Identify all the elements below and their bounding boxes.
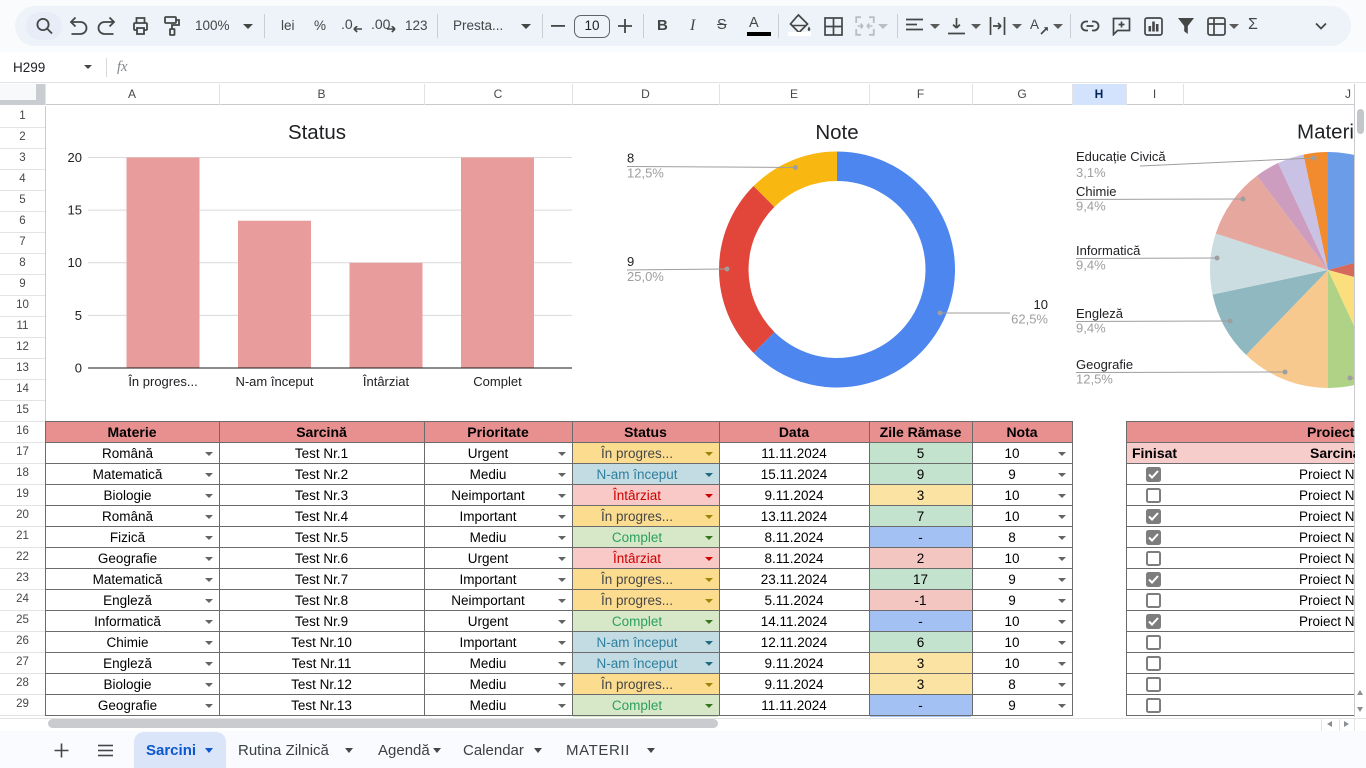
svg-text:8: 8 [627,151,634,166]
svg-text:25,0%: 25,0% [627,269,664,284]
svg-text:Întârziat: Întârziat [362,374,410,389]
svg-text:Geografie: Geografie [1076,357,1133,372]
svg-text:9,4%: 9,4% [1076,199,1106,214]
svg-text:62,5%: 62,5% [1011,312,1048,327]
svg-text:N-am început: N-am început [235,374,313,389]
svg-text:Engleză: Engleză [1076,306,1124,321]
svg-text:5: 5 [75,308,82,323]
svg-text:12,5%: 12,5% [1076,372,1113,387]
svg-text:Informatică: Informatică [1076,243,1141,258]
svg-text:Educație Civică: Educație Civică [1076,149,1166,164]
svg-text:Materii: Materii [1297,121,1354,144]
svg-text:Note: Note [815,121,858,144]
svg-text:9: 9 [627,254,634,269]
svg-text:0: 0 [75,361,82,376]
svg-text:Complet: Complet [473,374,522,389]
svg-text:20: 20 [68,150,82,165]
svg-text:În progres...: În progres... [127,374,197,389]
svg-text:10: 10 [68,255,82,270]
svg-text:12,5%: 12,5% [627,166,664,181]
svg-text:10: 10 [1034,297,1048,312]
svg-text:Status: Status [288,121,346,144]
svg-text:9,4%: 9,4% [1076,258,1106,273]
svg-text:15: 15 [68,203,82,218]
svg-text:Chimie: Chimie [1076,184,1116,199]
svg-text:3,1%: 3,1% [1076,165,1106,180]
svg-text:A: A [1030,17,1039,32]
svg-text:9,4%: 9,4% [1076,321,1106,336]
